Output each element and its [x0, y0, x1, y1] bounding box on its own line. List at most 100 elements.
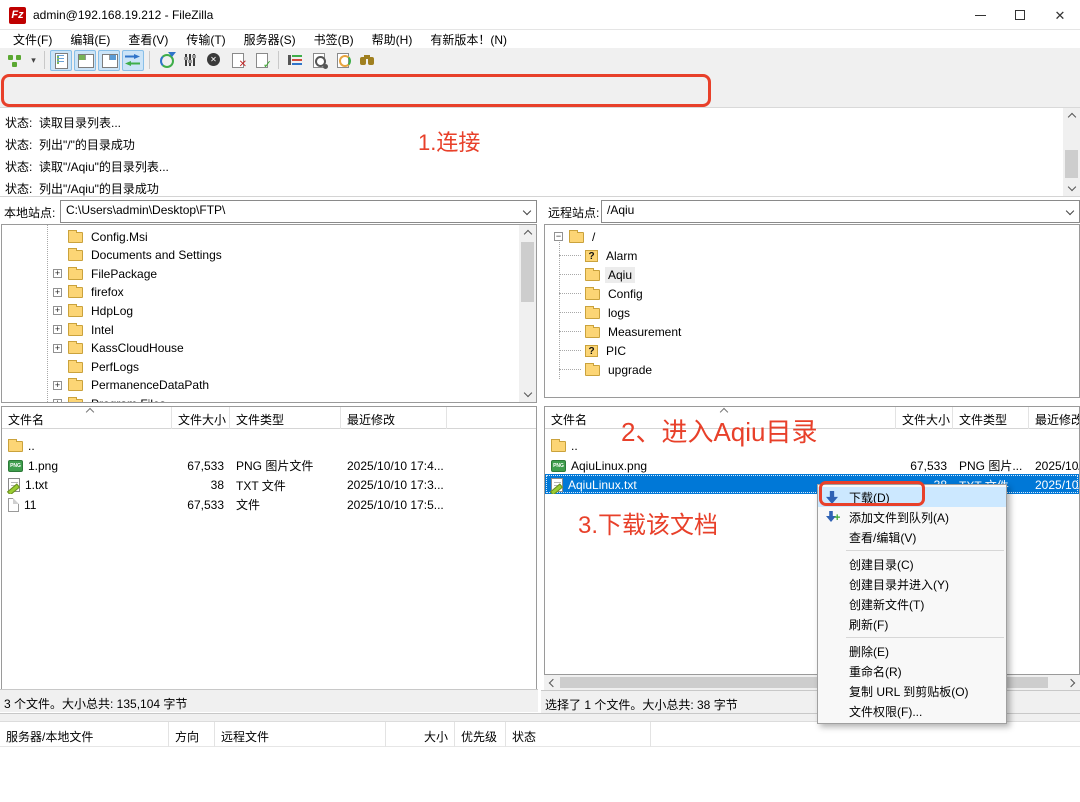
scroll-down-icon[interactable] — [1063, 181, 1080, 196]
remote-column-header[interactable]: 文件类型 — [953, 407, 1029, 429]
local-tree-item[interactable]: Config.Msi — [53, 227, 151, 246]
local-column-header[interactable]: 文件类型 — [230, 407, 341, 429]
log-scrollbar[interactable] — [1063, 108, 1080, 196]
context-menu-item-add-to-queue[interactable]: +添加文件到队列(A) — [818, 507, 1006, 527]
site-manager-button[interactable] — [4, 50, 26, 71]
local-tree-item[interactable]: +PermanenceDataPath — [53, 376, 212, 395]
context-menu-item-refresh[interactable]: 刷新(F) — [818, 614, 1006, 634]
local-site-combo[interactable]: C:\Users\admin\Desktop\FTP\ — [60, 200, 537, 223]
local-cell-text: 2025/10/10 17:3... — [347, 478, 444, 492]
queue-column-header[interactable]: 方向 — [169, 722, 215, 747]
queue-column-header[interactable]: 大小 — [386, 722, 455, 747]
local-column-header[interactable]: 最近修改 — [341, 407, 447, 429]
local-tree-item[interactable]: +FilePackage — [53, 264, 160, 283]
minimize-button[interactable] — [960, 0, 1000, 30]
local-cell-text: 2025/10/10 17:4... — [347, 459, 444, 473]
reconnect-button[interactable] — [251, 50, 273, 71]
context-menu-item-copy-url[interactable]: 复制 URL 到剪贴板(O) — [818, 681, 1006, 701]
scroll-down-icon[interactable] — [519, 387, 536, 402]
expand-icon[interactable]: + — [53, 344, 62, 353]
local-tree-item[interactable]: +KassCloudHouse — [53, 339, 187, 358]
site-manager-dropdown[interactable]: ▾ — [27, 50, 40, 71]
local-tree-item[interactable]: +Program Files — [53, 394, 169, 403]
remote-tree-item[interactable]: Config — [585, 284, 646, 303]
local-file-row[interactable]: PNG1.png67,533PNG 图片文件2025/10/10 17:4... — [2, 455, 536, 475]
cancel-button[interactable] — [203, 50, 225, 71]
log-scrollbar-thumb[interactable] — [1065, 150, 1078, 178]
maximize-button[interactable] — [1000, 0, 1040, 30]
remote-cell — [896, 435, 953, 455]
local-tree-item[interactable]: PerfLogs — [53, 357, 142, 376]
scroll-up-icon[interactable] — [519, 225, 536, 240]
context-menu-item-download[interactable]: 下载(D) — [818, 487, 1006, 507]
local-column-header[interactable]: 文件大小 — [172, 407, 230, 429]
toggle-message-log-button[interactable] — [50, 50, 72, 71]
local-file-row[interactable]: 1167,533文件2025/10/10 17:5... — [2, 494, 536, 514]
remote-tree-item[interactable]: Measurement — [585, 322, 684, 341]
context-menu-item-file-permissions[interactable]: 文件权限(F)... — [818, 701, 1006, 721]
remote-file-row[interactable]: PNGAqiuLinux.png67,533PNG 图片...2025/10/1… — [545, 455, 1079, 475]
expand-icon[interactable]: + — [53, 269, 62, 278]
menu-item-4[interactable]: 传输(T) — [177, 30, 234, 49]
toggle-transfer-queue-button[interactable] — [122, 50, 144, 71]
context-menu-item-view-edit[interactable]: 查看/编辑(V) — [818, 527, 1006, 547]
remote-tree-item[interactable]: ?PIC — [585, 341, 629, 360]
disconnect-button[interactable] — [227, 50, 249, 71]
synchronized-browsing-button[interactable] — [332, 50, 354, 71]
collapse-icon[interactable]: − — [554, 232, 563, 241]
refresh-button[interactable] — [155, 50, 177, 71]
remote-column-header[interactable]: 最近修改 — [1029, 407, 1080, 429]
menu-item-8[interactable]: 有新版本！(N) — [421, 30, 516, 49]
remote-tree-item[interactable]: ?Alarm — [585, 246, 640, 265]
filename-filters-button[interactable] — [284, 50, 306, 71]
remote-column-header[interactable]: 文件大小 — [896, 407, 953, 429]
context-menu-item-rename[interactable]: 重命名(R) — [818, 661, 1006, 681]
remote-file-row[interactable]: .. — [545, 435, 1079, 455]
close-button[interactable]: ✕ — [1040, 0, 1080, 30]
file-search-button[interactable] — [308, 50, 330, 71]
remote-tree-item[interactable]: −/ — [554, 227, 598, 246]
local-column-header[interactable]: 文件名 — [2, 407, 172, 429]
context-menu-item-delete[interactable]: 删除(E) — [818, 641, 1006, 661]
toggle-local-tree-button[interactable] — [74, 50, 96, 71]
remote-tree-item[interactable]: logs — [585, 303, 633, 322]
menu-item-5[interactable]: 服务器(S) — [235, 30, 305, 49]
expand-icon[interactable]: + — [53, 399, 62, 403]
filezilla-icon: Fz — [9, 7, 26, 24]
queue-column-header[interactable]: 远程文件 — [215, 722, 386, 747]
menu-item-6[interactable]: 书签(B) — [305, 30, 363, 49]
unknown-folder-icon: ? — [585, 345, 598, 357]
remote-site-combo[interactable]: /Aqiu — [601, 200, 1080, 223]
local-tree-item[interactable]: +firefox — [53, 283, 127, 302]
local-tree-item[interactable]: +Intel — [53, 320, 117, 339]
local-tree-item[interactable]: +HdpLog — [53, 301, 136, 320]
process-queue-button[interactable] — [179, 50, 201, 71]
directory-comparison-button[interactable] — [356, 50, 378, 71]
context-menu-item-create-new-file[interactable]: 创建新文件(T) — [818, 594, 1006, 614]
scroll-right-icon[interactable] — [1065, 675, 1080, 690]
menu-item-7[interactable]: 帮助(H) — [363, 30, 422, 49]
remote-column-header[interactable]: 文件名 — [545, 407, 896, 429]
local-file-row[interactable]: 1.txt38TXT 文件2025/10/10 17:3... — [2, 474, 536, 494]
expand-icon[interactable]: + — [53, 381, 62, 390]
queue-column-header[interactable]: 状态 — [506, 722, 651, 747]
expand-icon[interactable]: + — [53, 306, 62, 315]
context-menu-item-create-directory[interactable]: 创建目录(C) — [818, 554, 1006, 574]
menu-item-3[interactable]: 查看(V) — [119, 30, 177, 49]
menu-item-1[interactable]: 文件(F) — [4, 30, 61, 49]
toggle-remote-tree-button[interactable] — [98, 50, 120, 71]
menu-item-2[interactable]: 编辑(E) — [61, 30, 119, 49]
remote-tree-item[interactable]: upgrade — [585, 360, 655, 379]
local-tree-scrollbar-thumb[interactable] — [521, 242, 534, 302]
local-tree-item[interactable]: Documents and Settings — [53, 246, 225, 265]
remote-tree-item[interactable]: Aqiu — [585, 265, 635, 284]
scroll-left-icon[interactable] — [544, 675, 559, 690]
queue-column-header[interactable]: 服务器/本地文件 — [0, 722, 169, 747]
context-menu-item-create-directory-enter[interactable]: 创建目录并进入(Y) — [818, 574, 1006, 594]
scroll-up-icon[interactable] — [1063, 108, 1080, 123]
queue-column-header[interactable]: 优先级 — [455, 722, 506, 747]
expand-icon[interactable]: + — [53, 288, 62, 297]
local-file-row[interactable]: .. — [2, 435, 536, 455]
expand-icon[interactable]: + — [53, 325, 62, 334]
local-tree-scrollbar[interactable] — [519, 225, 536, 402]
